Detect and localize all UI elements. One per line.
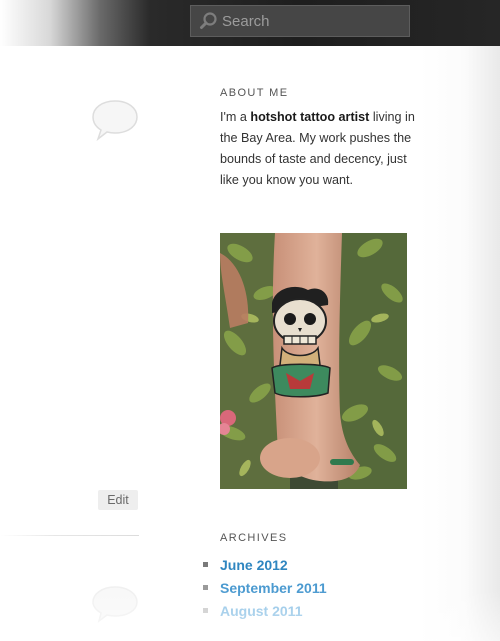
list-bullet-icon: [203, 608, 208, 613]
tattoo-photo: [220, 233, 407, 489]
about-me-title: ABOUT ME: [220, 87, 289, 99]
top-header-bar: [0, 0, 500, 46]
about-me-text: I'm a hotshot tattoo artist living in th…: [220, 107, 416, 191]
search-icon[interactable]: [198, 10, 220, 32]
search-input[interactable]: [220, 7, 421, 35]
list-bullet-icon: [203, 585, 208, 590]
search-box[interactable]: [190, 5, 421, 37]
archive-link-august-2011[interactable]: August 2011: [220, 600, 302, 622]
archive-link-june-2012[interactable]: June 2012: [220, 554, 288, 576]
list-bullet-icon: [203, 562, 208, 567]
post-divider: [0, 535, 139, 536]
about-text-intro: I'm a: [220, 110, 251, 124]
archives-title: ARCHIVES: [220, 532, 288, 544]
edit-button[interactable]: Edit: [98, 490, 138, 510]
about-text-highlight: hotshot tattoo artist: [250, 110, 370, 124]
comment-bubble-icon[interactable]: [90, 584, 140, 624]
archive-link-september-2011[interactable]: September 2011: [220, 577, 327, 599]
comment-bubble-icon[interactable]: [91, 99, 139, 141]
